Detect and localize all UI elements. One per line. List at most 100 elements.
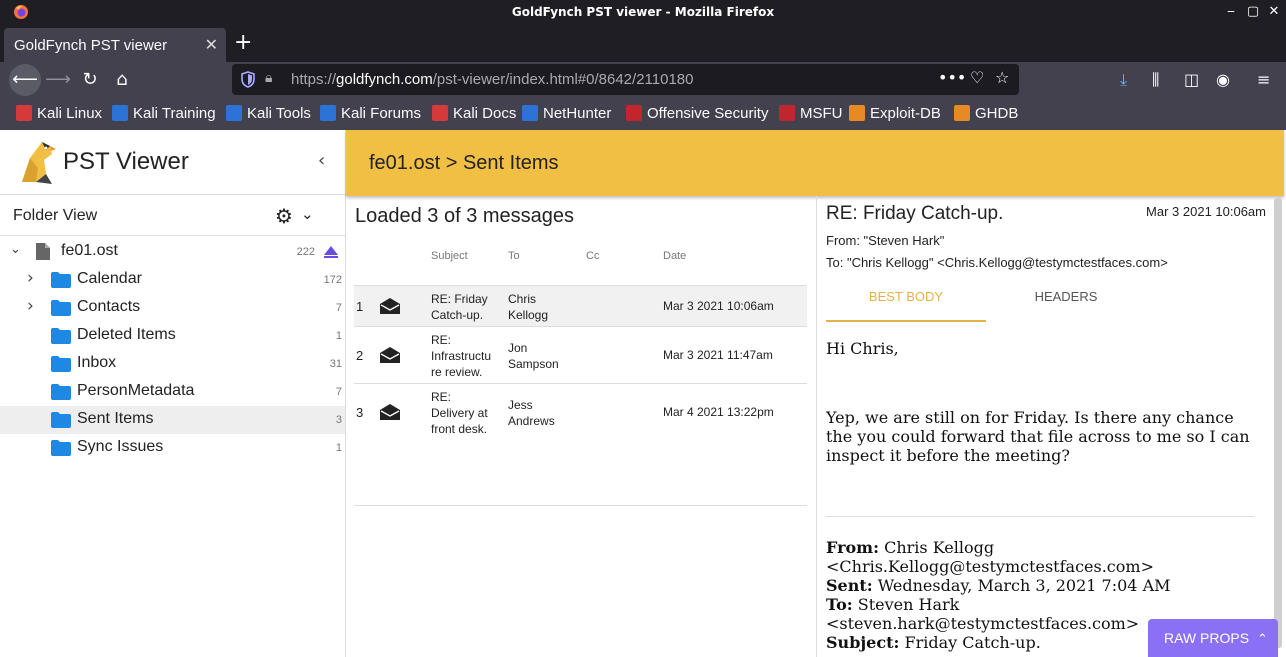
tracking-shield-icon[interactable] [241, 71, 255, 88]
message-reader: RE: Friday Catch-up. Mar 3 2021 10:06am … [816, 196, 1286, 657]
folder-icon [51, 440, 71, 456]
message-list: Loaded 3 of 3 messages Subject To Cc Dat… [346, 196, 816, 657]
folder-count: 172 [323, 274, 342, 286]
breadcrumb: fe01.ost > Sent Items [369, 152, 559, 174]
message-row[interactable]: 3 RE: Delivery at front desk. Jess Andrews Mar… [354, 383, 807, 440]
quoted-from: From: Chris Kellogg <Chris.Kellogg@testy… [826, 538, 1154, 576]
bookmark-item[interactable]: GHDB [954, 105, 1018, 122]
tab-best-body[interactable]: BEST BODY [826, 284, 986, 322]
tab-title: GoldFynch PST viewer [14, 37, 168, 54]
message-row[interactable]: 2 RE: Infrastructu re review. Jon Sampson Mar … [354, 326, 807, 383]
lock-icon[interactable]: 🔒︎ [265, 70, 272, 86]
folder-count: 7 [335, 302, 342, 314]
collapse-sidebar-icon[interactable]: ‹ [318, 150, 325, 171]
bookmark-item[interactable]: Kali Forums [320, 105, 421, 122]
column-header-to[interactable]: To [508, 250, 520, 262]
column-header-cc[interactable]: Cc [586, 250, 599, 262]
folder-item[interactable]: Sent Items 3 [0, 406, 345, 434]
subject-line: Delivery at [431, 405, 488, 420]
bookmarks-bar: Kali Linux Kali Training Kali Tools Kali Fo… [0, 98, 1286, 130]
body-paragraph: Yep, we are still on for Friday. Is ther… [826, 408, 1250, 465]
envelope-open-icon [380, 403, 400, 420]
raw-props-button[interactable]: RAW PROPS ⌃ [1148, 619, 1278, 657]
expand-caret-icon[interactable]: › [27, 296, 34, 316]
bookmark-star-icon[interactable]: ☆ [995, 68, 1009, 87]
tab-headers[interactable]: HEADERS [986, 284, 1146, 322]
tree-root-count: 222 [296, 246, 315, 258]
home-button[interactable]: ⌂ [106, 64, 138, 96]
bookmark-icon [779, 105, 795, 121]
bookmark-icon [626, 105, 642, 121]
tree-root-label: fe01.ost [61, 242, 118, 259]
page-actions-icon[interactable]: ••• [938, 68, 966, 87]
back-button[interactable]: ⟵ [9, 64, 41, 96]
folder-item[interactable]: Inbox 31 [0, 350, 345, 378]
browser-tab[interactable]: GoldFynch PST viewer ✕ [4, 28, 226, 62]
bookmark-icon [320, 105, 336, 121]
library-icon[interactable]: ⫼ [1152, 70, 1159, 90]
to-line: Jess [508, 397, 533, 412]
bookmark-item[interactable]: Exploit-DB [849, 105, 941, 122]
bookmark-label: Offensive Security [647, 105, 769, 122]
upload-triangle-icon[interactable] [324, 246, 338, 258]
folder-label: Calendar [77, 270, 142, 287]
message-row[interactable]: 1 RE: Friday Catch-up. Chris Kellogg Mar 3 20… [354, 285, 807, 326]
tree-root-fe01[interactable]: ⌄ fe01.ost 222 [0, 238, 345, 266]
app-title: PST Viewer [63, 148, 189, 175]
menu-icon[interactable]: ≡ [1257, 70, 1270, 89]
bookmark-item[interactable]: Kali Docs [432, 105, 516, 122]
folder-item[interactable]: Sync Issues 1 [0, 434, 345, 462]
bookmark-label: Kali Docs [453, 105, 517, 122]
downloads-icon[interactable]: ⤓ [1120, 70, 1127, 90]
forward-button[interactable]: ⟶ [42, 64, 74, 96]
bookmark-item[interactable]: Kali Linux [16, 105, 102, 122]
message-subject: RE: Friday Catch-up. [431, 291, 499, 323]
bookmark-item[interactable]: Kali Tools [226, 105, 311, 122]
folder-count: 3 [335, 414, 342, 426]
bookmark-label: NetHunter [543, 105, 612, 122]
to-line: Andrews [508, 413, 555, 428]
to-line: Jon [508, 340, 528, 355]
minimize-icon[interactable]: ⎯ [1223, 4, 1239, 20]
message-subject: RE: Delivery at front desk. [431, 389, 499, 437]
folder-label: Sent Items [77, 410, 154, 427]
column-header-subject[interactable]: Subject [431, 250, 468, 262]
folder-item[interactable]: Deleted Items 1 [0, 322, 345, 350]
folder-item[interactable]: › Contacts 7 [0, 294, 345, 322]
sidebar-toggle-icon[interactable]: ◫ [1184, 70, 1199, 89]
close-window-icon[interactable]: ✕ [1266, 4, 1282, 20]
collapse-caret-icon[interactable]: ⌄ [10, 242, 21, 257]
expand-caret-icon[interactable]: › [27, 268, 34, 288]
url-text[interactable]: https://goldfynch.com/pst-viewer/index.h… [291, 71, 693, 88]
bookmark-icon [954, 105, 970, 121]
new-tab-button[interactable]: + [234, 30, 252, 55]
sidebar-header: PST Viewer ‹ [0, 130, 345, 195]
bookmark-item[interactable]: MSFU [779, 105, 843, 122]
close-tab-icon[interactable]: ✕ [205, 35, 218, 54]
reader-from: From: "Steven Hark" [826, 233, 945, 248]
bookmark-label: Kali Training [133, 105, 216, 122]
chevron-down-icon[interactable]: ⌄ [301, 205, 314, 223]
account-icon[interactable]: ◉ [1216, 70, 1230, 89]
maximize-icon[interactable]: ▢ [1245, 4, 1261, 20]
url-bar[interactable]: 🔒︎ https://goldfynch.com/pst-viewer/inde… [232, 64, 1019, 95]
message-to: Jon Sampson [508, 340, 578, 372]
folder-label: Contacts [77, 298, 141, 315]
reload-button[interactable]: ↻ [74, 64, 106, 96]
pocket-icon[interactable]: ♡ [970, 68, 984, 87]
folder-item[interactable]: PersonMetadata 7 [0, 378, 345, 406]
bookmark-label: Kali Forums [341, 105, 422, 122]
to-line: Chris [508, 291, 537, 306]
bookmark-item[interactable]: NetHunter [522, 105, 611, 122]
gear-icon[interactable]: ⚙ [275, 204, 293, 228]
bookmark-icon [849, 105, 865, 121]
column-header-date[interactable]: Date [663, 250, 686, 262]
reader-scrollbar[interactable] [1274, 198, 1282, 648]
bookmark-item[interactable]: Kali Training [112, 105, 216, 122]
folder-item[interactable]: › Calendar 172 [0, 266, 345, 294]
navigation-bar: ⟵ ⟶ ↻ ⌂ 🔒︎ https://goldfynch.com/pst-vie… [0, 62, 1286, 98]
reader-subject: RE: Friday Catch-up. [826, 203, 1004, 224]
bookmark-item[interactable]: Offensive Security [626, 105, 768, 122]
subject-line: RE: Friday [431, 291, 488, 306]
reader-to: To: "Chris Kellogg" <Chris.Kellogg@testy… [826, 255, 1168, 270]
